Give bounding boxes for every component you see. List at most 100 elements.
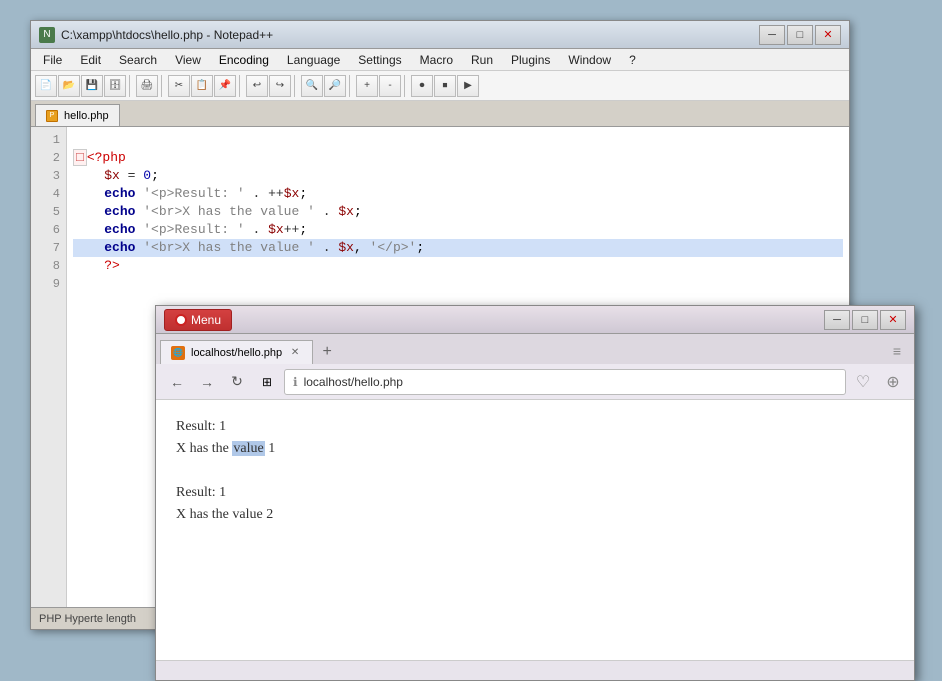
code-line-6: echo '<p>Result: ' . $x++; (73, 221, 843, 239)
opera-statusbar (156, 660, 914, 680)
tb-paste[interactable]: 📌 (214, 75, 236, 97)
opera-minimize-btn[interactable]: ─ (824, 310, 850, 330)
tb-cut[interactable]: ✂ (168, 75, 190, 97)
opera-tab-close-btn[interactable]: ✕ (288, 346, 302, 360)
opera-tabbar: 🌐 localhost/hello.php ✕ + ≡ (156, 334, 914, 364)
line-num-4: 4 (31, 185, 66, 203)
code-line-1 (73, 131, 843, 149)
opera-tab-icon: 🌐 (171, 346, 185, 360)
tb-new[interactable]: 📄 (35, 75, 57, 97)
code-line-2: □<?php (73, 149, 843, 167)
content-result2: Result: 1 (176, 482, 894, 504)
npp-close-btn[interactable]: ✕ (815, 25, 841, 45)
opera-tab-hello[interactable]: 🌐 localhost/hello.php ✕ (160, 340, 313, 364)
content-result1: Result: 1 (176, 416, 894, 438)
menu-edit[interactable]: Edit (72, 50, 109, 70)
bookmark-btn[interactable]: ♡ (850, 369, 876, 395)
tb-undo[interactable]: ↩ (246, 75, 268, 97)
back-btn[interactable]: ← (164, 369, 190, 395)
line-num-7: 7 (31, 239, 66, 257)
line-num-9: 9 (31, 275, 66, 293)
tb-macro-rec[interactable]: ⏺ (411, 75, 433, 97)
npp-titlebar-buttons: ─ □ ✕ (759, 25, 841, 45)
refresh-btn[interactable]: ↻ (224, 369, 250, 395)
code-line-3: $x = 0; (73, 167, 843, 185)
php-file-icon: P (46, 110, 58, 122)
tb-save[interactable]: 💾 (81, 75, 103, 97)
content-blank (176, 460, 894, 482)
tb-replace[interactable]: 🔎 (324, 75, 346, 97)
tb-macro-stop[interactable]: ⏹ (434, 75, 456, 97)
menu-run[interactable]: Run (463, 50, 501, 70)
npp-title: C:\xampp\htdocs\hello.php - Notepad++ (61, 28, 759, 42)
opera-menu-label: Menu (191, 313, 221, 327)
code-line-9 (73, 275, 843, 293)
line-num-3: 3 (31, 167, 66, 185)
npp-toolbar: 📄 📂 💾 🗄 🖨 ✂ 📋 📌 ↩ ↪ 🔍 🔎 + - ⏺ ⏹ ▶ (31, 71, 849, 101)
npp-menubar: File Edit Search View Encoding Language … (31, 49, 849, 71)
opera-content: Result: 1 X has the value 1 Result: 1 X … (156, 400, 914, 660)
tb-sep6 (404, 75, 408, 97)
menu-language[interactable]: Language (279, 50, 348, 70)
opera-filter-icon: ≡ (884, 338, 910, 364)
opera-tab-label: localhost/hello.php (191, 347, 282, 359)
tb-print[interactable]: 🖨 (136, 75, 158, 97)
npp-tab-label: hello.php (64, 110, 109, 122)
code-line-7: echo '<br>X has the value ' . $x, '</p>'… (73, 239, 843, 257)
menu-file[interactable]: File (35, 50, 70, 70)
tb-open[interactable]: 📂 (58, 75, 80, 97)
opera-navbar: ← → ↻ ⊞ ℹ localhost/hello.php ♡ ⊕ (156, 364, 914, 400)
menu-window[interactable]: Window (560, 50, 619, 70)
statusbar-text: PHP Hyperte length (39, 613, 136, 625)
code-line-8: ?> (73, 257, 843, 275)
menu-macro[interactable]: Macro (412, 50, 461, 70)
tb-sep4 (294, 75, 298, 97)
opera-window: Menu ─ □ ✕ 🌐 localhost/hello.php ✕ + ≡ ←… (155, 305, 915, 681)
opera-titlebar-buttons: ─ □ ✕ (824, 310, 906, 330)
line-num-1: 1 (31, 131, 66, 149)
npp-app-icon: N (39, 27, 55, 43)
menu-encoding[interactable]: Encoding (211, 50, 277, 70)
tb-sep3 (239, 75, 243, 97)
forward-btn[interactable]: → (194, 369, 220, 395)
opera-titlebar: Menu ─ □ ✕ (156, 306, 914, 334)
opera-menu-btn[interactable]: Menu (164, 309, 232, 331)
tb-sep2 (161, 75, 165, 97)
menu-settings[interactable]: Settings (350, 50, 409, 70)
line-num-2: 2 (31, 149, 66, 167)
line-num-5: 5 (31, 203, 66, 221)
tb-copy[interactable]: 📋 (191, 75, 213, 97)
opera-close-btn[interactable]: ✕ (880, 310, 906, 330)
npp-minimize-btn[interactable]: ─ (759, 25, 785, 45)
tb-zoom-out[interactable]: - (379, 75, 401, 97)
menu-plugins[interactable]: Plugins (503, 50, 558, 70)
code-line-5: echo '<br>X has the value ' . $x; (73, 203, 843, 221)
opera-new-tab-btn[interactable]: + (315, 340, 339, 364)
menu-search[interactable]: Search (111, 50, 165, 70)
tb-sep5 (349, 75, 353, 97)
opera-logo-icon (175, 314, 187, 326)
line-num-8: 8 (31, 257, 66, 275)
menu-view[interactable]: View (167, 50, 209, 70)
grid-btn[interactable]: ⊞ (254, 369, 280, 395)
tb-zoom-in[interactable]: + (356, 75, 378, 97)
highlighted-value: value (232, 441, 264, 456)
npp-tabbar: P hello.php (31, 101, 849, 127)
code-line-4: echo '<p>Result: ' . ++$x; (73, 185, 843, 203)
secure-icon: ℹ (293, 375, 298, 389)
npp-titlebar: N C:\xampp\htdocs\hello.php - Notepad++ … (31, 21, 849, 49)
content-value2: X has the value 2 (176, 504, 894, 526)
address-bar[interactable]: ℹ localhost/hello.php (284, 369, 846, 395)
tb-sep1 (129, 75, 133, 97)
address-text: localhost/hello.php (304, 375, 403, 389)
menu-help[interactable]: ? (621, 50, 644, 70)
opera-maximize-btn[interactable]: □ (852, 310, 878, 330)
tb-find[interactable]: 🔍 (301, 75, 323, 97)
npp-tab-hello[interactable]: P hello.php (35, 104, 120, 126)
npp-maximize-btn[interactable]: □ (787, 25, 813, 45)
tb-macro-play[interactable]: ▶ (457, 75, 479, 97)
download-btn[interactable]: ⊕ (880, 369, 906, 395)
tb-redo[interactable]: ↪ (269, 75, 291, 97)
line-numbers: 1 2 3 4 5 6 7 8 9 (31, 127, 67, 607)
tb-saveall[interactable]: 🗄 (104, 75, 126, 97)
